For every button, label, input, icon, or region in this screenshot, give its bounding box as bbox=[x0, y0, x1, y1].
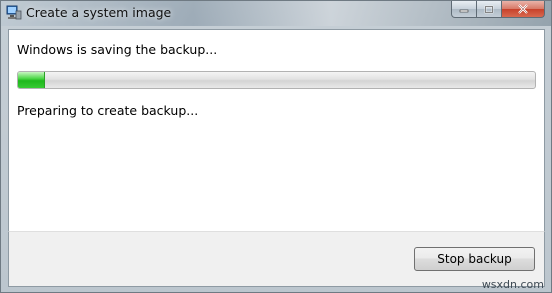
window-controls bbox=[451, 1, 545, 18]
maximize-icon bbox=[484, 5, 494, 13]
maximize-button[interactable] bbox=[477, 1, 502, 18]
status-text: Preparing to create backup... bbox=[17, 103, 199, 118]
progress-bar bbox=[17, 71, 536, 89]
progress-heading: Windows is saving the backup... bbox=[17, 42, 218, 57]
progress-fill bbox=[18, 72, 45, 88]
dialog-window: Create a system image Windows is saving … bbox=[0, 0, 552, 293]
stop-backup-button[interactable]: Stop backup bbox=[414, 247, 535, 271]
close-icon bbox=[518, 4, 528, 14]
title-bar[interactable]: Create a system image bbox=[1, 1, 551, 26]
button-bar: Stop backup bbox=[8, 231, 545, 287]
window-title: Create a system image bbox=[26, 5, 172, 20]
minimize-icon bbox=[459, 9, 469, 13]
close-button[interactable] bbox=[502, 1, 545, 18]
minimize-button[interactable] bbox=[451, 1, 477, 18]
watermark-text: wsxdn.com bbox=[481, 278, 544, 291]
content-area: Windows is saving the backup... Preparin… bbox=[8, 29, 545, 231]
backup-computer-icon bbox=[6, 5, 22, 20]
